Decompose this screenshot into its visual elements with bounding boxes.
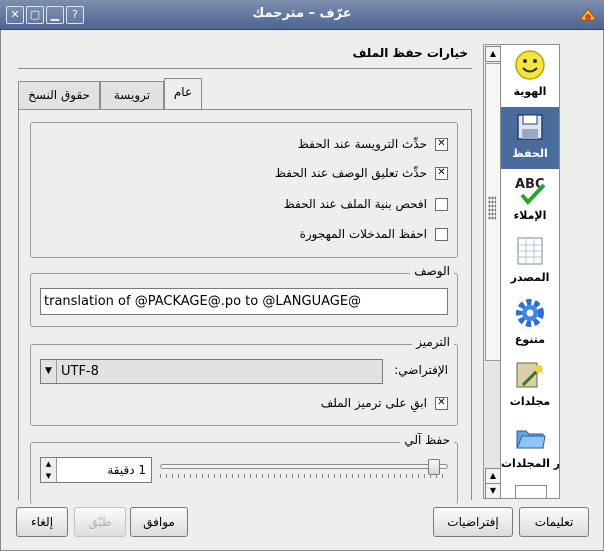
scroll-up-icon[interactable]: ▲ <box>485 46 501 62</box>
sidebar-item-folder-commands[interactable]: أوامر المجلدات <box>501 417 559 479</box>
sidebar-item-label: المصدر <box>510 271 550 284</box>
spin-buttons[interactable]: ▲ ▼ <box>41 458 57 482</box>
encoding-value: UTF-8 <box>61 364 99 379</box>
sidebar-item-label: أوامر المجلدات <box>501 457 560 470</box>
save-obsolete-row[interactable]: احفظ المدخلات المهجورة <box>300 225 448 243</box>
chevron-down-icon: ▼ <box>41 360 57 383</box>
apply-button[interactable]: طبّق <box>74 507 126 537</box>
autosave-slider[interactable] <box>160 464 448 469</box>
sidebar-item-label: مجلدات <box>509 395 551 408</box>
save-obsolete-checkbox[interactable] <box>435 227 448 241</box>
keep-encoding-checkbox[interactable]: ✕ <box>435 396 448 410</box>
splitter-grip[interactable] <box>488 196 496 220</box>
folders-icon <box>514 359 546 391</box>
ok-button[interactable]: موافق <box>130 507 188 537</box>
floppy-disk-icon <box>514 111 546 143</box>
keep-encoding-label: ابقِ على ترميز الملف <box>320 396 427 410</box>
source-table-icon <box>514 235 546 267</box>
sidebar: الهوية الحفظ ABC الإملاء المصدر متنوع مج… <box>500 44 560 499</box>
default-encoding-label: الإفتراضي: <box>394 363 448 377</box>
update-description-checkbox[interactable]: ✕ <box>435 166 448 180</box>
encoding-select[interactable]: ▼ UTF-8 <box>40 359 383 384</box>
update-header-row[interactable]: ✕ حدِّث الترويسة عند الحفظ <box>298 135 448 153</box>
window-title: عرّف – مترجمك <box>252 6 352 21</box>
sidebar-item-folders[interactable]: مجلدات <box>501 355 559 417</box>
app-icon <box>578 6 598 24</box>
update-header-checkbox[interactable]: ✕ <box>435 137 448 151</box>
sidebar-item-source[interactable]: المصدر <box>501 231 559 293</box>
gear-icon <box>514 297 546 329</box>
slider-handle[interactable] <box>427 459 440 475</box>
update-header-label: حدِّث الترويسة عند الحفظ <box>297 137 427 151</box>
page-title: خيارات حفظ الملف <box>352 46 468 60</box>
folder-commands-icon <box>514 421 546 453</box>
sidebar-item-label: الإملاء <box>513 209 547 222</box>
smiley-icon <box>514 49 546 81</box>
slider-ticks <box>160 474 448 478</box>
cancel-button[interactable]: إلغاء <box>16 507 68 537</box>
description-legend: الوصف <box>410 264 454 278</box>
sidebar-scrollbar[interactable]: ▲ ▲ ▼ <box>483 44 501 499</box>
check-syntax-label: افحص بنية الملف عند الحفظ <box>283 197 427 211</box>
tab-copyright[interactable]: حقوق النسخ <box>18 81 100 109</box>
sidebar-item-save[interactable]: الحفظ <box>501 107 559 169</box>
autosave-legend: حفظ آلي <box>400 433 454 447</box>
scroll-up-icon[interactable]: ▲ <box>485 468 501 484</box>
spellcheck-icon: ABC <box>514 173 546 205</box>
sidebar-item-label: الهوية <box>513 85 547 98</box>
scroll-down-icon[interactable]: ▼ <box>485 483 501 499</box>
autosave-spinbox[interactable]: ▲ ▼ 1 دقيقة <box>40 457 152 483</box>
tab-header[interactable]: ترويسة <box>100 81 164 109</box>
divider <box>18 68 472 69</box>
update-description-row[interactable]: ✕ حدِّث تعليق الوصف عند الحفظ <box>275 164 448 182</box>
sidebar-item-label: متنوع <box>514 333 546 346</box>
sidebar-item-spelling[interactable]: ABC الإملاء <box>501 169 559 231</box>
autosave-value: 1 دقيقة <box>107 463 146 477</box>
sidebar-item-misc[interactable]: متنوع <box>501 293 559 355</box>
keep-encoding-row[interactable]: ✕ ابقِ على ترميز الملف <box>321 394 448 412</box>
sidebar-item-identity[interactable]: الهوية <box>501 45 559 107</box>
encoding-group <box>30 344 458 426</box>
check-syntax-row[interactable]: افحص بنية الملف عند الحفظ <box>284 195 448 213</box>
check-syntax-checkbox[interactable] <box>435 197 448 211</box>
update-description-label: حدِّث تعليق الوصف عند الحفظ <box>274 166 427 180</box>
tab-general[interactable]: عام <box>164 78 202 110</box>
defaults-button[interactable]: إفتراضيات <box>433 507 513 537</box>
description-input[interactable]: translation of @PACKAGE@.po to @LANGUAGE… <box>40 288 448 315</box>
sidebar-item-label: الحفظ <box>512 147 548 160</box>
encoding-legend: الترميز <box>412 335 454 349</box>
help-button[interactable]: تعليمات <box>519 507 589 537</box>
partial-icon <box>515 485 547 498</box>
save-obsolete-label: احفظ المدخلات المهجورة <box>299 227 427 241</box>
